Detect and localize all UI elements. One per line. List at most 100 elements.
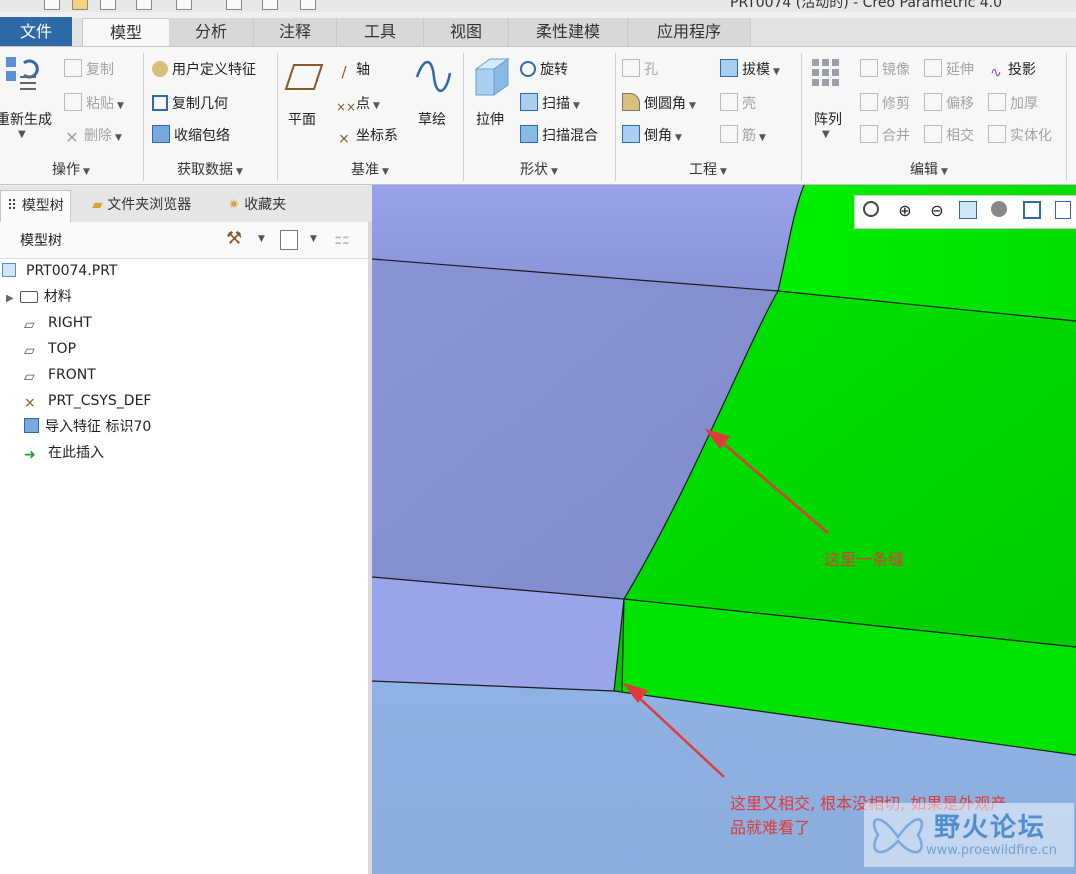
shell-button[interactable]: 壳 xyxy=(720,93,756,113)
sweep-button[interactable]: 扫描 ▼ xyxy=(520,93,580,113)
solidify-icon xyxy=(988,125,1006,143)
extrude-icon xyxy=(474,58,510,96)
tree-item-part[interactable]: PRT0074.PRT xyxy=(2,258,118,284)
tree-item-insert-here[interactable]: ➜ 在此插入 xyxy=(24,440,104,466)
tab-file[interactable]: 文件 xyxy=(0,17,72,47)
pattern-dropdown-icon[interactable]: ▼ xyxy=(822,129,830,140)
show-hide-icon[interactable]: ⚏ xyxy=(334,228,350,249)
close-window-icon[interactable] xyxy=(262,0,278,10)
trim-button[interactable]: 修剪 xyxy=(860,93,910,113)
point-button[interactable]: ××点 ▼ xyxy=(336,93,380,115)
axis-icon: / xyxy=(341,63,347,81)
offset-icon xyxy=(924,93,942,111)
mirror-button[interactable]: 镜像 xyxy=(860,59,910,79)
group-engineering-label[interactable]: 工程 ▼ xyxy=(616,159,800,181)
copy-button[interactable]: 复制 xyxy=(64,59,114,79)
sketch-icon xyxy=(415,60,452,92)
intersect-button[interactable]: 相交 xyxy=(924,125,974,145)
refit-icon[interactable] xyxy=(863,201,879,217)
display-style-icon[interactable] xyxy=(991,201,1007,217)
repaint-icon[interactable] xyxy=(959,201,977,219)
new-file-icon[interactable] xyxy=(44,0,60,10)
expand-arrow-icon[interactable]: ▶ xyxy=(6,293,14,304)
group-operations-label[interactable]: 操作 ▼ xyxy=(0,159,142,181)
datum-plane-icon: ▱ xyxy=(24,343,35,359)
redo-icon[interactable] xyxy=(176,0,192,10)
tab-model-tree[interactable]: ⠿ 模型树 xyxy=(0,190,71,222)
tree-item-right[interactable]: ▱ RIGHT xyxy=(24,310,92,336)
hole-button[interactable]: 孔 xyxy=(622,59,658,79)
project-button[interactable]: ∿ 投影 xyxy=(988,59,1036,81)
view-manager-icon[interactable] xyxy=(1055,201,1071,219)
graphics-toolbar: ⊕ ⊖ xyxy=(854,195,1076,229)
revolve-button[interactable]: 旋转 xyxy=(520,59,568,79)
tree-item-top[interactable]: ▱ TOP xyxy=(24,336,76,362)
model-tree-tab-icon: ⠿ xyxy=(7,198,22,214)
sketch-button[interactable] xyxy=(414,59,452,97)
folder-icon: ▰ xyxy=(92,197,108,213)
save-icon[interactable] xyxy=(100,0,116,10)
open-folder-icon[interactable] xyxy=(72,0,88,10)
offset-button[interactable]: 偏移 xyxy=(924,93,974,113)
group-editing-label[interactable]: 编辑 ▼ xyxy=(802,159,1056,181)
intersect-icon xyxy=(924,125,942,143)
extend-button[interactable]: 延伸 xyxy=(924,59,974,79)
settings-dropdown-icon[interactable]: ▼ xyxy=(310,234,317,244)
pattern-button[interactable] xyxy=(810,57,848,99)
saved-orientations-icon[interactable] xyxy=(1023,201,1041,219)
group-shapes-label[interactable]: 形状 ▼ xyxy=(464,159,614,181)
thicken-button[interactable]: 加厚 xyxy=(988,93,1038,113)
tab-model[interactable]: 模型 xyxy=(82,18,170,48)
tab-annotate[interactable]: 注释 xyxy=(254,18,337,46)
shrinkwrap-button[interactable]: 收缩包络 xyxy=(152,125,230,145)
tools-dropdown-icon[interactable]: ▼ xyxy=(258,234,265,244)
regenerate-button[interactable] xyxy=(2,55,46,99)
tab-applications[interactable]: 应用程序 xyxy=(628,18,751,46)
model-geometry xyxy=(372,185,1076,874)
customize-icon[interactable] xyxy=(300,0,316,10)
group-get-data-label[interactable]: 获取数据 ▼ xyxy=(144,159,276,181)
extrude-button[interactable] xyxy=(470,55,512,103)
group-datum-label[interactable]: 基准 ▼ xyxy=(278,159,462,181)
trim-icon xyxy=(860,93,878,111)
tab-tools[interactable]: 工具 xyxy=(337,18,424,46)
udf-icon xyxy=(152,61,168,77)
udf-button[interactable]: 用户定义特征 xyxy=(152,59,256,79)
axis-button[interactable]: / 轴 xyxy=(336,59,370,80)
extend-icon xyxy=(924,59,942,77)
tree-item-csys[interactable]: ⨯ PRT_CSYS_DEF xyxy=(24,388,151,414)
tab-analysis[interactable]: 分析 xyxy=(169,18,254,46)
material-icon xyxy=(19,291,38,303)
plane-button[interactable] xyxy=(284,59,324,97)
tab-view[interactable]: 视图 xyxy=(424,18,509,46)
zoom-in-icon[interactable]: ⊕ xyxy=(895,201,915,221)
copy-icon xyxy=(64,59,82,77)
draft-button[interactable]: 拔模 ▼ xyxy=(720,59,780,79)
thicken-icon xyxy=(988,93,1006,111)
round-button[interactable]: 倒圆角 ▼ xyxy=(622,93,696,113)
tab-folder-browser[interactable]: ▰ 文件夹浏览器 xyxy=(86,190,197,221)
merge-button[interactable]: 合并 xyxy=(860,125,910,145)
copy-geometry-button[interactable]: 复制几何 xyxy=(152,93,228,113)
tree-item-front[interactable]: ▱ FRONT xyxy=(24,362,96,388)
delete-button[interactable]: ✕ 删除 ▼ xyxy=(64,125,122,146)
regenerate-dropdown-icon[interactable]: ▼ xyxy=(18,129,26,140)
settings-icon[interactable] xyxy=(280,230,298,250)
csys-button[interactable]: ⨯ 坐标系 xyxy=(336,125,398,147)
graphics-viewport[interactable]: 这里一条缝 这里又相交, 根本没相切, 如果是外观产 品就难看了 ⊕ ⊖ 野火论… xyxy=(372,185,1076,874)
tab-flexible-modeling[interactable]: 柔性建模 xyxy=(509,18,628,46)
zoom-out-icon[interactable]: ⊖ xyxy=(927,201,947,221)
copy-geometry-icon xyxy=(152,95,168,111)
tree-item-import-feature[interactable]: 导入特征 标识70 xyxy=(24,414,151,440)
rib-button[interactable]: 筋 ▼ xyxy=(720,125,766,145)
solidify-button[interactable]: 实体化 xyxy=(988,125,1052,145)
tree-item-material[interactable]: ▶ 材料 xyxy=(6,284,72,310)
paste-button[interactable]: 粘贴 ▼ xyxy=(64,93,124,113)
undo-icon[interactable] xyxy=(136,0,152,10)
tools-icon[interactable]: ⚒ xyxy=(226,228,242,249)
chamfer-button[interactable]: 倒角 ▼ xyxy=(622,125,682,145)
tab-favorites[interactable]: ✷ 收藏夹 xyxy=(222,190,292,221)
swept-blend-button[interactable]: 扫描混合 xyxy=(520,125,598,145)
ribbon: 重新生成 ▼ 复制 粘贴 ▼ ✕ 删除 ▼ 操作 ▼ 用户定义特征 复制几何 收缩包络 … xyxy=(0,46,1076,185)
window-icon[interactable] xyxy=(226,0,242,10)
